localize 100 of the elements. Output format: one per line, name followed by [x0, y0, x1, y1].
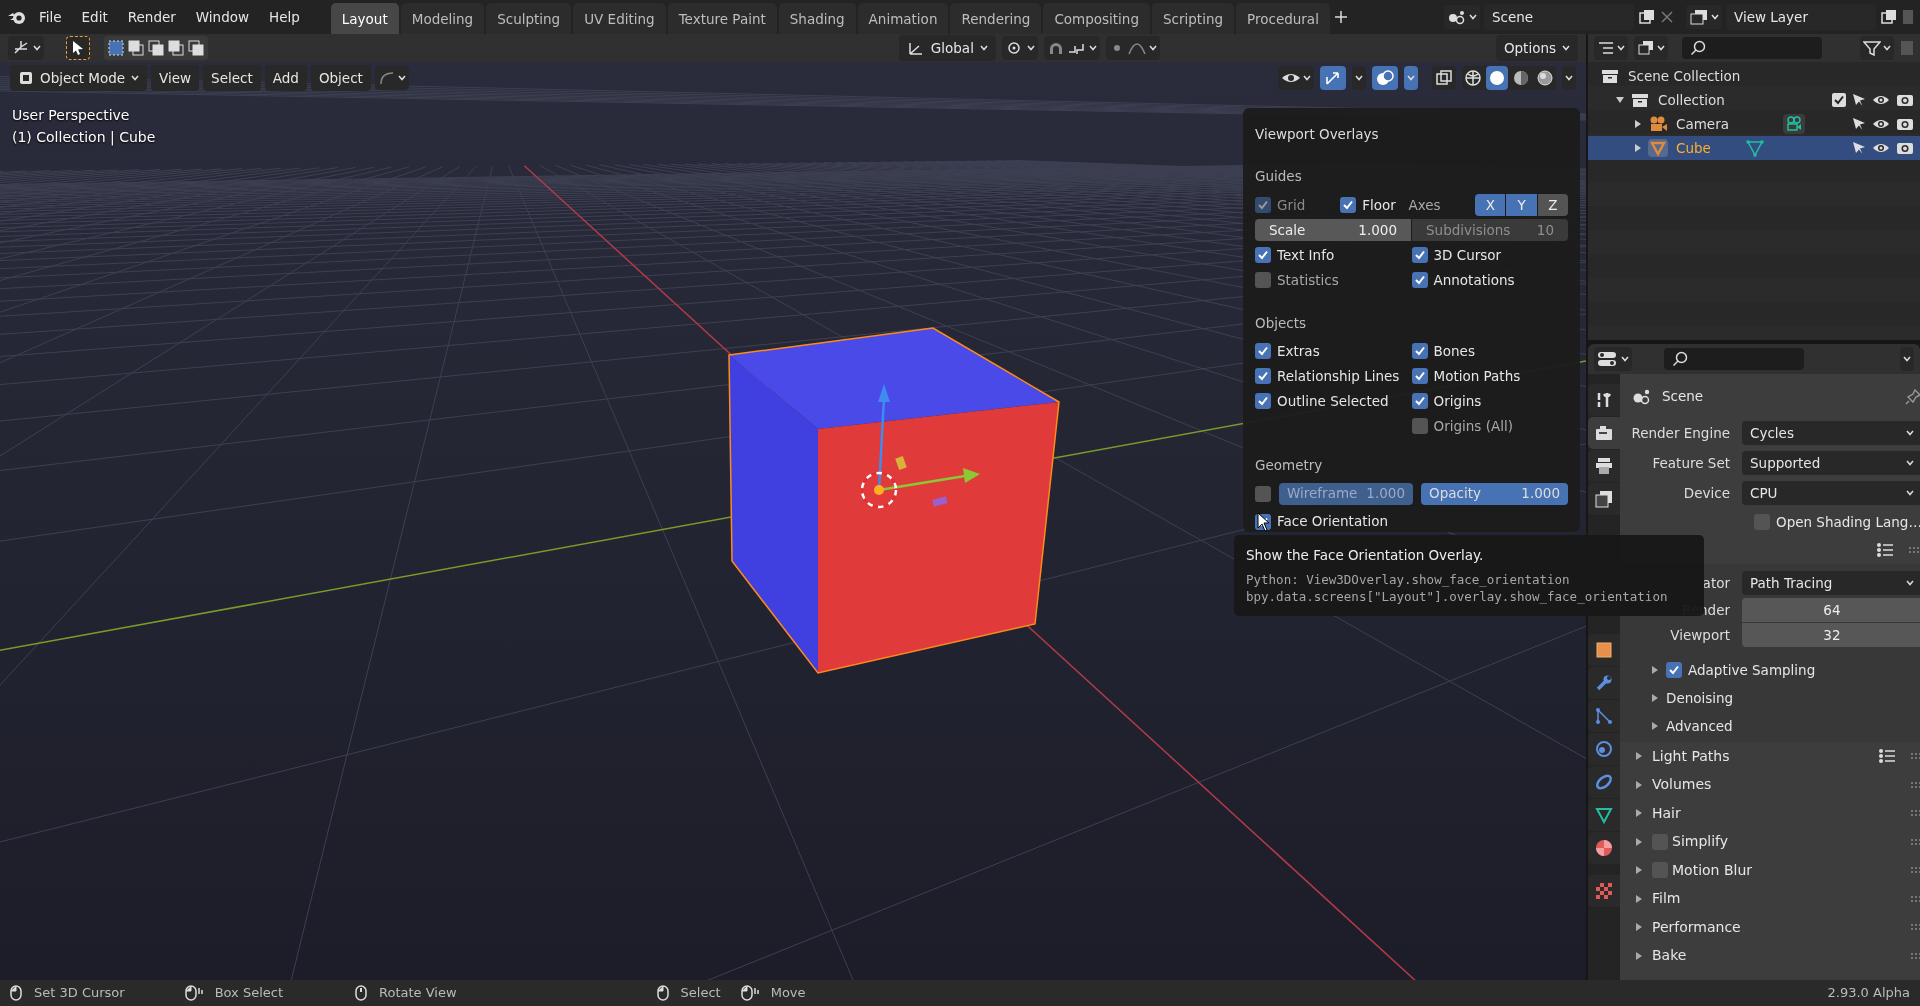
number-field[interactable]: 64 — [1742, 598, 1920, 622]
dropdown[interactable]: Path Tracing — [1742, 571, 1920, 595]
workspace-tab[interactable]: Shading — [778, 3, 856, 36]
panel-header[interactable]: Volumes — [1652, 774, 1712, 796]
number-slider[interactable]: Opacity 1.000 — [1421, 482, 1568, 505]
orientation-dropdown[interactable]: Global — [898, 34, 996, 62]
transform-affect-button[interactable] — [374, 66, 409, 90]
view-layer-browse-button[interactable] — [1686, 5, 1722, 29]
properties-tab[interactable] — [1588, 634, 1620, 666]
workspace-tab[interactable]: Scripting — [1152, 3, 1235, 36]
number-field[interactable]: 32 — [1742, 623, 1920, 647]
outliner-row[interactable]: Scene Collection — [1588, 64, 1920, 88]
properties-tab[interactable] — [1588, 384, 1620, 416]
drag-handle-icon[interactable] — [1909, 780, 1920, 789]
checkbox[interactable] — [1411, 393, 1428, 410]
pointer-icon[interactable] — [1852, 93, 1866, 107]
expand-arrow-icon[interactable] — [1650, 693, 1660, 703]
selection-mode-icon[interactable] — [187, 39, 205, 57]
drag-handle-icon[interactable] — [1909, 752, 1920, 761]
drag-handle-icon[interactable] — [1909, 951, 1920, 960]
properties-tab[interactable] — [1588, 832, 1620, 864]
checkbox[interactable] — [1411, 368, 1428, 385]
editor-type-button[interactable] — [1594, 347, 1632, 371]
checkbox[interactable] — [1255, 343, 1271, 360]
options-button[interactable] — [1900, 347, 1914, 371]
properties-tab[interactable] — [1588, 700, 1620, 732]
properties-tab[interactable] — [1588, 417, 1620, 449]
expand-arrow-icon[interactable] — [1634, 922, 1644, 933]
selection-mode-icon[interactable] — [107, 39, 125, 57]
dropdown[interactable]: CPU — [1742, 481, 1920, 505]
pointer-icon[interactable] — [1852, 117, 1866, 131]
options-dropdown[interactable]: Options — [1495, 34, 1578, 62]
properties-tab[interactable] — [1588, 733, 1620, 765]
snap-button[interactable] — [1043, 36, 1100, 60]
subpanel-header[interactable]: Adaptive Sampling — [1688, 659, 1816, 681]
eye-icon[interactable] — [1872, 141, 1890, 155]
workspace-tab[interactable]: UV Editing — [573, 3, 666, 36]
menu-item[interactable]: Help — [260, 3, 309, 31]
list-icon[interactable] — [1877, 748, 1896, 765]
overlays-button[interactable] — [1372, 66, 1398, 90]
checkbox[interactable] — [1255, 247, 1271, 263]
selection-mode-icon[interactable] — [167, 39, 185, 57]
editor-type-button[interactable] — [8, 36, 44, 60]
search-field[interactable] — [1682, 37, 1822, 59]
workspace-tab[interactable]: Compositing — [1043, 3, 1150, 36]
shading-toggle[interactable] — [1534, 66, 1556, 90]
select-tool-button[interactable] — [66, 36, 90, 60]
dropdown[interactable]: Supported — [1742, 451, 1920, 475]
camera-icon[interactable] — [1896, 117, 1914, 131]
menu-item[interactable]: Window — [186, 3, 259, 31]
workspace-tab[interactable]: Modeling — [400, 3, 485, 36]
expand-arrow-icon[interactable] — [1634, 751, 1644, 762]
expand-arrow-icon[interactable] — [1634, 779, 1644, 790]
gizmo-button[interactable] — [1320, 66, 1346, 90]
pivot-button[interactable] — [1001, 36, 1038, 60]
workspace-tab[interactable]: Animation — [857, 3, 949, 36]
checkbox[interactable] — [1411, 272, 1428, 288]
selection-mode-icon[interactable] — [147, 39, 165, 57]
expand-arrow-icon[interactable] — [1634, 836, 1644, 847]
menu-item[interactable]: File — [30, 3, 71, 31]
subpanel-header[interactable]: Denoising — [1666, 687, 1734, 709]
workspace-tab[interactable]: Layout — [330, 3, 399, 36]
properties-tab[interactable] — [1588, 766, 1620, 798]
camera-icon[interactable] — [1896, 141, 1914, 155]
subpanel-header[interactable]: Advanced — [1666, 715, 1733, 737]
menu-item[interactable]: View — [151, 64, 200, 92]
expand-arrow-icon[interactable] — [1634, 808, 1644, 819]
overlays-menu-button[interactable] — [1404, 66, 1418, 90]
checkbox[interactable] — [1411, 247, 1428, 263]
drag-handle-icon[interactable] — [1909, 923, 1920, 932]
shading-toggle[interactable] — [1486, 66, 1508, 90]
expand-arrow-icon[interactable] — [1634, 893, 1644, 904]
menu-item[interactable]: Edit — [72, 3, 117, 31]
workspace-tab[interactable]: Rendering — [950, 3, 1042, 36]
mode-dropdown[interactable]: Object Mode — [10, 64, 148, 92]
checkbox[interactable] — [1832, 93, 1846, 107]
scene-browse-button[interactable] — [1444, 5, 1480, 29]
properties-tab[interactable] — [1588, 799, 1620, 831]
workspace-tab[interactable]: Texture Paint — [667, 3, 777, 36]
transform-gizmo[interactable] — [860, 384, 980, 509]
outliner-row[interactable]: Collection — [1588, 88, 1920, 112]
drag-handle-icon[interactable] — [1909, 866, 1920, 875]
copy-icon[interactable] — [1880, 8, 1898, 26]
expand-arrow-icon[interactable] — [1650, 721, 1660, 731]
list-icon[interactable] — [1875, 542, 1894, 558]
proportional-button[interactable] — [1105, 36, 1160, 60]
scene-field[interactable]: Scene — [1484, 3, 1634, 31]
shading-menu-button[interactable] — [1562, 66, 1576, 90]
eye-icon[interactable] — [1872, 117, 1890, 131]
properties-tab[interactable] — [1588, 450, 1620, 482]
pointer-icon[interactable] — [1852, 141, 1866, 155]
search-field[interactable] — [1664, 348, 1804, 370]
drag-handle-icon[interactable] — [1909, 837, 1920, 846]
expand-arrow-icon[interactable] — [1650, 665, 1660, 675]
expand-arrow-icon[interactable] — [1634, 950, 1644, 961]
display-mode-button[interactable] — [1634, 36, 1668, 60]
panel-header[interactable]: Film — [1652, 888, 1681, 910]
checkbox[interactable] — [1666, 662, 1682, 678]
drag-handle-icon[interactable] — [1909, 809, 1920, 818]
checkbox[interactable] — [1255, 272, 1271, 288]
